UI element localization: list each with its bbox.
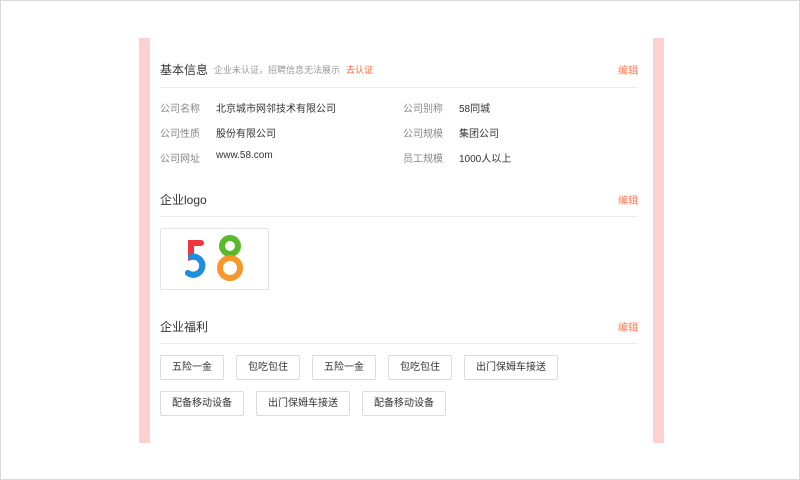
field-label: 公司名称 xyxy=(160,104,200,115)
welfare-tag: 包吃包住 xyxy=(388,355,452,380)
field-company-name: 公司名称 北京城市网邻技术有限公司 xyxy=(160,100,336,115)
section-title: 企业logo xyxy=(160,192,207,207)
field-value: 北京城市网邻技术有限公司 xyxy=(216,104,336,115)
right-side-bar xyxy=(653,38,664,443)
welfare-header: 企业福利 编辑 xyxy=(160,316,638,336)
welfare-tags: 五险一金 包吃包住 五险一金 包吃包住 出门保姆车接送 配备移动设备 出门保姆车… xyxy=(160,355,650,416)
field-company-scale: 公司规模 集团公司 xyxy=(403,125,499,140)
section-title: 基本信息 xyxy=(160,62,209,77)
field-label: 公司网址 xyxy=(160,154,200,165)
edit-basic-button[interactable]: 编辑 xyxy=(618,62,638,77)
basic-info-header: 基本信息 企业未认证，招聘信息无法展示 去认证 编辑 xyxy=(160,59,638,79)
field-company-type: 公司性质 股份有限公司 xyxy=(160,125,276,140)
unverified-note: 企业未认证，招聘信息无法展示 xyxy=(214,64,341,75)
field-value: 集团公司 xyxy=(459,129,499,140)
field-label: 公司性质 xyxy=(160,129,200,140)
logo-header: 企业logo 编辑 xyxy=(160,189,638,209)
field-employee-scale: 员工规模 1000人以上 xyxy=(403,150,511,165)
section-title: 企业福利 xyxy=(160,319,209,334)
welfare-tag: 包吃包住 xyxy=(236,355,300,380)
field-value: 股份有限公司 xyxy=(216,129,276,140)
edit-logo-button[interactable]: 编辑 xyxy=(618,192,638,207)
field-value: 1000人以上 xyxy=(459,154,512,165)
field-company-website: 公司网址 www.58.com xyxy=(160,150,273,165)
field-label: 员工规模 xyxy=(403,154,443,165)
divider xyxy=(160,216,638,217)
divider xyxy=(160,87,638,88)
field-label: 公司别称 xyxy=(403,104,443,115)
verify-link[interactable]: 去认证 xyxy=(346,63,373,76)
field-label: 公司规模 xyxy=(403,129,443,140)
58-logo-icon xyxy=(185,235,243,281)
field-value: 58同城 xyxy=(459,104,491,115)
welfare-tag: 配备移动设备 xyxy=(160,391,244,416)
welfare-tag: 配备移动设备 xyxy=(362,391,446,416)
welfare-tag: 出门保姆车接送 xyxy=(256,391,350,416)
company-logo xyxy=(160,228,269,290)
divider xyxy=(160,343,638,344)
field-company-alias: 公司别称 58同城 xyxy=(403,100,490,115)
welfare-tag: 五险一金 xyxy=(312,355,376,380)
welfare-tag: 出门保姆车接送 xyxy=(464,355,558,380)
welfare-tag: 五险一金 xyxy=(160,355,224,380)
edit-welfare-button[interactable]: 编辑 xyxy=(618,319,638,334)
left-side-bar xyxy=(139,38,150,443)
field-value: www.58.com xyxy=(216,150,273,161)
